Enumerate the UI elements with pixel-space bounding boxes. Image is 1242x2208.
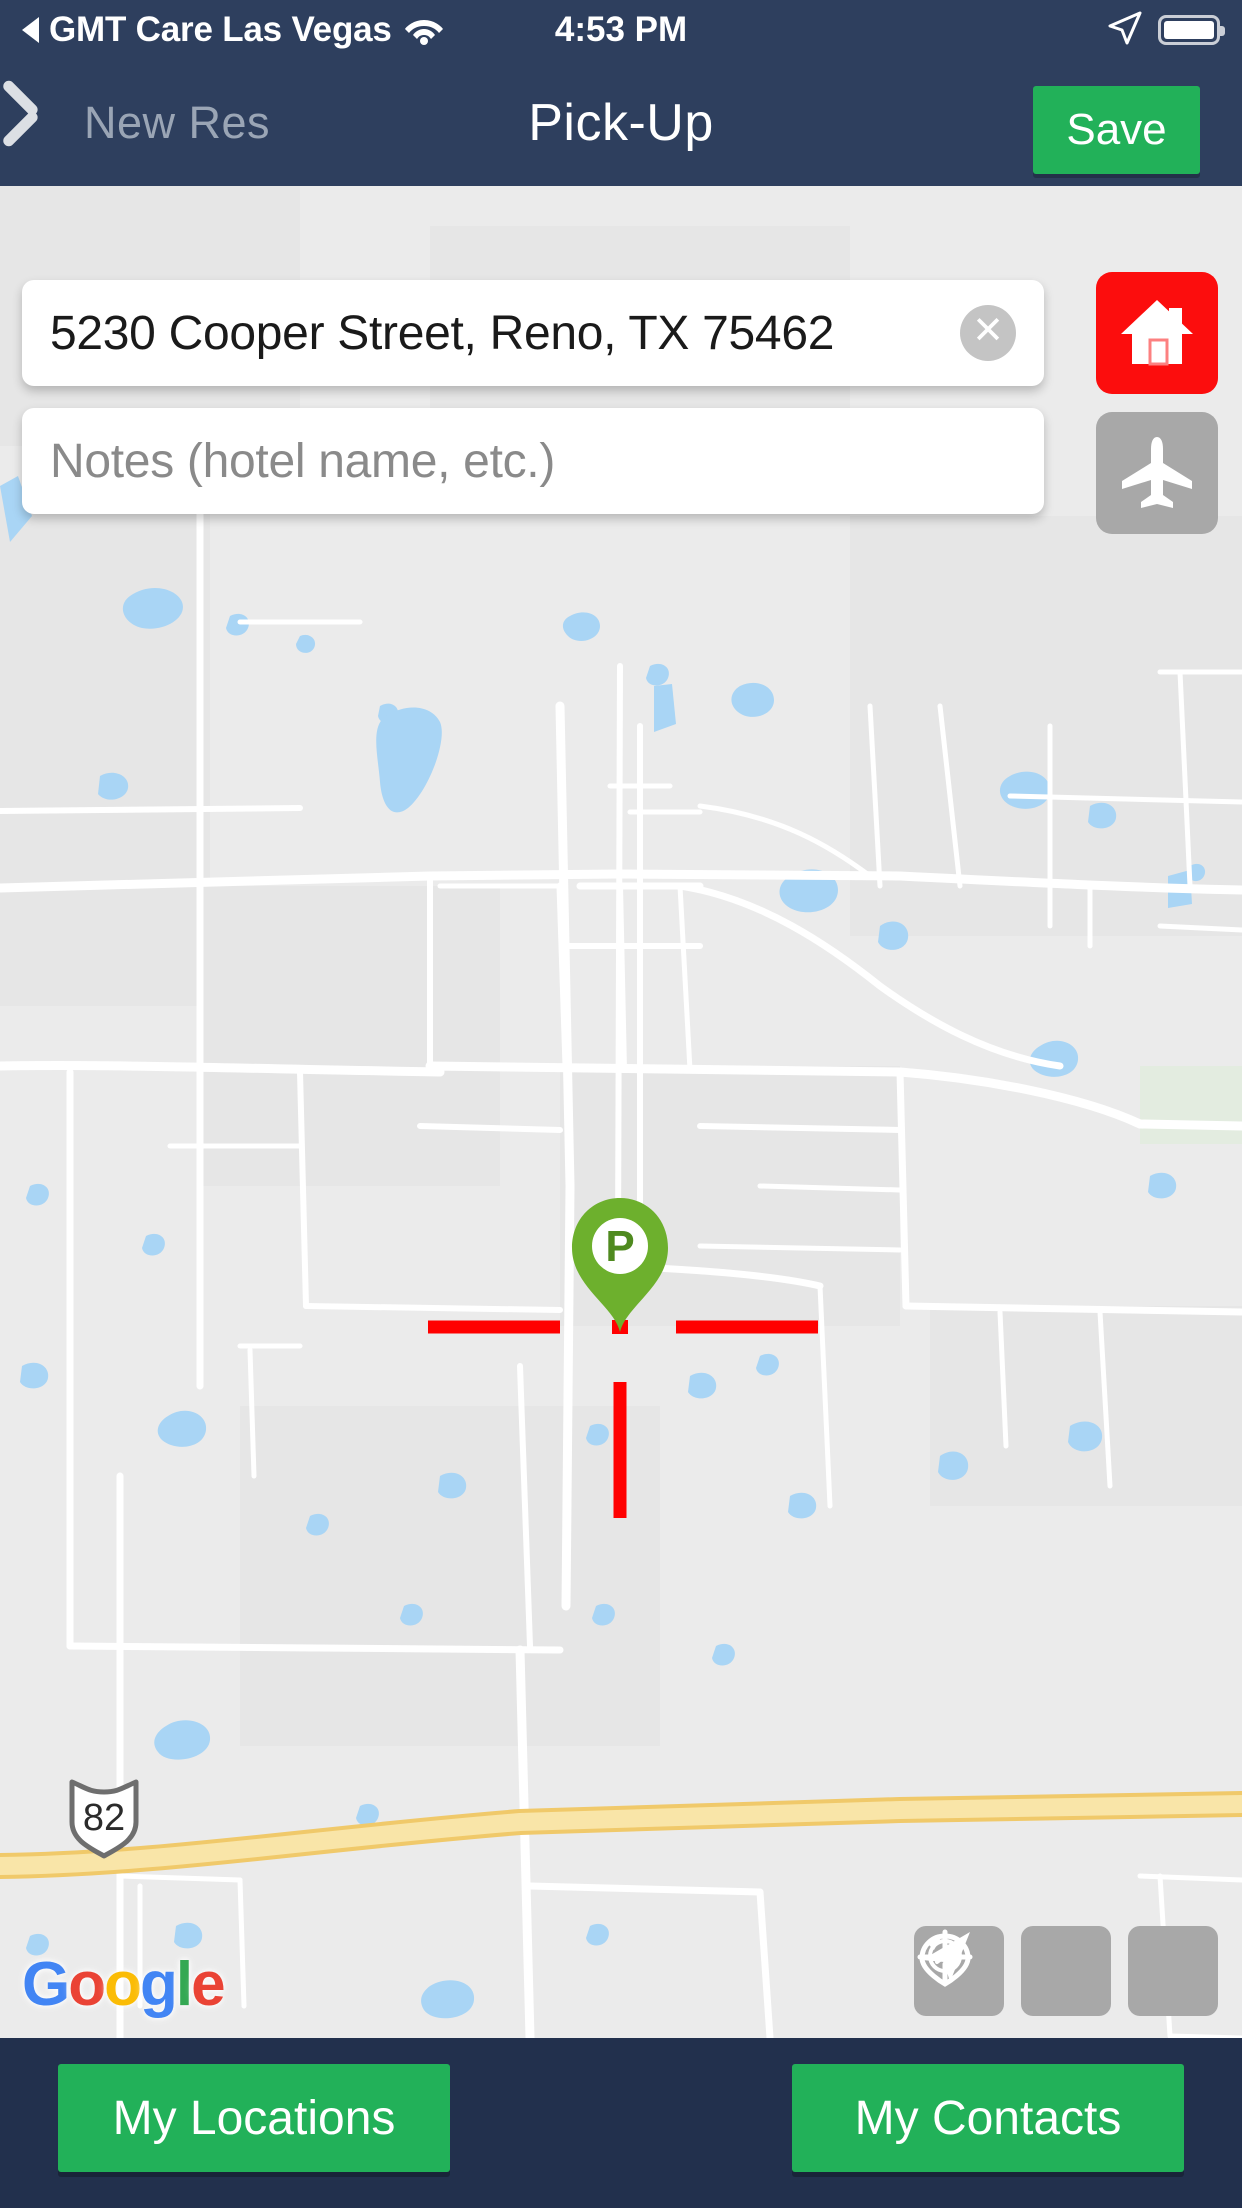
app-screen: GMT Care Las Vegas 4:53 PM New Res Pick-… [0,0,1242,2208]
clear-x-icon: ✕ [972,310,1004,352]
shield-number: 82 [83,1797,125,1839]
center-crosshair-button[interactable] [917,1926,1111,2016]
back-button[interactable]: New Res [20,60,280,186]
home-icon [1115,290,1199,377]
notes-input[interactable] [50,433,1016,489]
back-triangle-icon[interactable] [22,17,39,43]
address-field[interactable]: ✕ [22,280,1044,386]
notes-field[interactable] [22,408,1044,514]
clear-address-button[interactable]: ✕ [960,305,1016,361]
address-input[interactable] [50,305,960,361]
home-location-button[interactable] [1096,272,1218,394]
chevron-left-icon [30,92,70,154]
highway-shield-82: 82 [69,1779,139,1859]
airplane-icon [1116,431,1198,516]
my-location-button[interactable] [922,1926,1218,2016]
navigation-bar: New Res Pick-Up Save [0,60,1242,186]
status-bar-left: GMT Care Las Vegas [0,10,444,50]
back-button-label: New Res [84,97,271,148]
location-arrow-icon [1106,9,1144,52]
my-locations-button[interactable]: My Locations [58,2064,450,2172]
status-bar: GMT Care Las Vegas 4:53 PM [0,0,1242,60]
airport-location-button[interactable] [1096,412,1218,534]
google-logo: Google [22,1950,226,2019]
my-contacts-button[interactable]: My Contacts [792,2064,1184,2172]
map-controls [914,1926,1218,2016]
save-button[interactable]: Save [1033,86,1200,174]
wifi-icon [404,14,444,46]
battery-full-icon [1158,15,1225,45]
carrier-label: GMT Care Las Vegas [49,10,392,49]
bottom-action-bar: My Locations My Contacts [0,2038,1242,2208]
status-bar-right [1106,9,1225,52]
pin-label: P [605,1222,634,1271]
